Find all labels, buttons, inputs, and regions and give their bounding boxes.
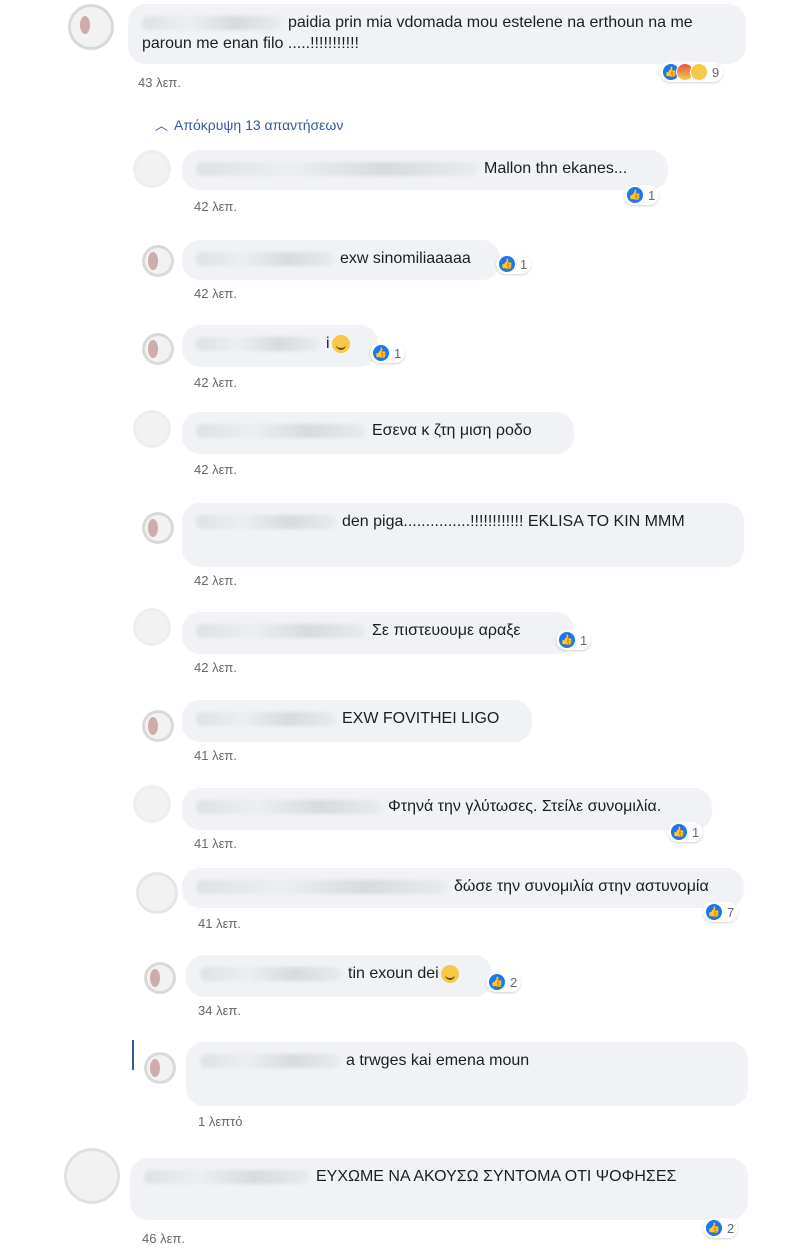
avatar[interactable] [142,512,174,544]
reaction-count: 1 [648,187,656,203]
comment-bubble: i [182,325,378,367]
smile-emoji-icon [331,334,350,353]
like-icon: 👍 [498,255,516,273]
reaction-count: 7 [727,904,735,920]
redacted-name [196,711,336,726]
comment-time[interactable]: 42 λεπ. [194,375,237,390]
reaction-count: 2 [510,974,518,990]
reaction-count: 1 [520,256,528,272]
redacted-name [144,1169,310,1184]
redacted-name [196,879,448,894]
comment-text: i [326,335,330,352]
avatar[interactable] [64,1148,120,1204]
redacted-name [142,15,282,30]
reaction-count: 2 [727,1220,735,1236]
comment-time[interactable]: 1 λεπτό [198,1114,242,1129]
chevron-up-icon: ︿ [155,118,169,133]
reaction-summary[interactable]: 👍 1 [624,185,660,205]
comment-time[interactable]: 42 λεπ. [194,286,237,301]
comment-bubble: den piga...............!!!!!!!!!!!! EKLI… [182,503,744,567]
comment-time[interactable]: 42 λεπ. [194,199,237,214]
seam-area [0,868,56,1259]
comment-text: tin exoun dei [348,965,439,982]
comment-text: exw sinomiliaaaaa [340,250,471,267]
comment-bubble: ΕΥΧΩΜΕ ΝΑ ΑΚΟΥΣΩ ΣΥΝΤΟΜΑ ΟΤΙ ΨΟΦΗΣΕΣ [130,1158,748,1220]
comment-text: δώσε την συνομιλία στην αστυνομία [454,878,709,895]
comment-bubble: Σε πιστευουμε αραξε [182,612,574,654]
like-icon: 👍 [488,973,506,991]
comment-bubble: Mallon thn ekanes... [182,150,668,190]
comment-text: ΕΥΧΩΜΕ ΝΑ ΑΚΟΥΣΩ ΣΥΝΤΟΜΑ ΟΤΙ ΨΟΦΗΣΕΣ [316,1168,677,1185]
comment-time[interactable]: 43 λεπ. [138,75,181,90]
comment-text: Εσενα κ ζτη μιση ροδο [372,422,532,439]
comment-bubble: tin exoun dei [186,955,492,997]
avatar[interactable] [142,710,174,742]
comment-text: a trwges kai emena moun [346,1052,530,1069]
redacted-name [196,423,366,438]
comment-time[interactable]: 42 λεπ. [194,660,237,675]
redacted-name [196,623,366,638]
avatar[interactable] [142,245,174,277]
comment-bubble: Φτηνά την γλύτωσες. Στείλε συνομιλία. [182,788,712,830]
reaction-summary[interactable]: 👍 2 [486,972,522,992]
avatar[interactable] [133,150,171,188]
like-icon: 👍 [626,186,644,204]
reaction-summary[interactable]: 👍 1 [370,343,406,363]
smile-emoji-icon [440,964,459,983]
like-icon: 👍 [670,823,688,841]
avatar[interactable] [133,410,171,448]
reaction-summary[interactable]: 👍 9 [660,62,724,82]
reaction-summary[interactable]: 👍 1 [556,630,592,650]
avatar[interactable] [133,608,171,646]
comment-time[interactable]: 42 λεπ. [194,573,237,588]
reaction-summary[interactable]: 👍 2 [703,1218,739,1238]
comment-text: Mallon thn ekanes... [484,160,628,177]
like-icon: 👍 [372,344,390,362]
redacted-name [196,251,334,266]
reaction-summary[interactable]: 👍 7 [703,902,739,922]
wow-icon [690,63,708,81]
redacted-name [196,336,320,351]
avatar[interactable] [68,4,114,50]
avatar[interactable] [133,785,171,823]
comment-bubble: δώσε την συνομιλία στην αστυνομία [182,868,744,908]
comment-time[interactable]: 41 λεπ. [198,916,241,931]
reaction-count: 1 [692,824,700,840]
comment-thread: paidia prin mia vdomada mou estelene na … [0,0,800,1259]
comment-time[interactable]: 46 λεπ. [142,1231,185,1246]
redacted-name [196,161,478,176]
comment-bubble: paidia prin mia vdomada mou estelene na … [128,4,746,64]
comment-bubble: EXW FOVITHEI LIGO [182,700,532,742]
hide-replies-label: Απόκρυψη 13 απαντήσεων [174,117,344,133]
avatar[interactable] [144,962,176,994]
avatar[interactable] [144,1052,176,1084]
comment-time[interactable]: 34 λεπ. [198,1003,241,1018]
reaction-summary[interactable]: 👍 1 [496,254,532,274]
comment-text: EXW FOVITHEI LIGO [342,710,500,727]
comment-bubble: Εσενα κ ζτη μιση ροδο [182,412,574,454]
comment-time[interactable]: 41 λεπ. [194,748,237,763]
reaction-summary[interactable]: 👍 1 [668,822,704,842]
hide-replies-link[interactable]: ︿ Απόκρυψη 13 απαντήσεων [155,115,343,134]
comment-bubble: exw sinomiliaaaaa [182,240,500,280]
like-icon: 👍 [558,631,576,649]
redacted-name [200,1053,340,1068]
redacted-name [196,514,336,529]
comment-time[interactable]: 42 λεπ. [194,462,237,477]
reaction-count: 1 [394,345,402,361]
comment-text: den piga...............!!!!!!!!!!!! EKLI… [342,513,685,530]
avatar[interactable] [136,872,178,914]
like-icon: 👍 [705,903,723,921]
comment-time[interactable]: 41 λεπ. [194,836,237,851]
avatar[interactable] [142,333,174,365]
redacted-name [196,799,382,814]
redacted-name [200,966,342,981]
comment-bubble: a trwges kai emena moun [186,1042,748,1106]
like-icon: 👍 [705,1219,723,1237]
reaction-count: 9 [712,64,720,80]
comment-text: Σε πιστευουμε αραξε [372,622,521,639]
new-comment-indicator [132,1040,134,1070]
reaction-count: 1 [580,632,588,648]
comment-text: Φτηνά την γλύτωσες. Στείλε συνομιλία. [388,798,662,815]
